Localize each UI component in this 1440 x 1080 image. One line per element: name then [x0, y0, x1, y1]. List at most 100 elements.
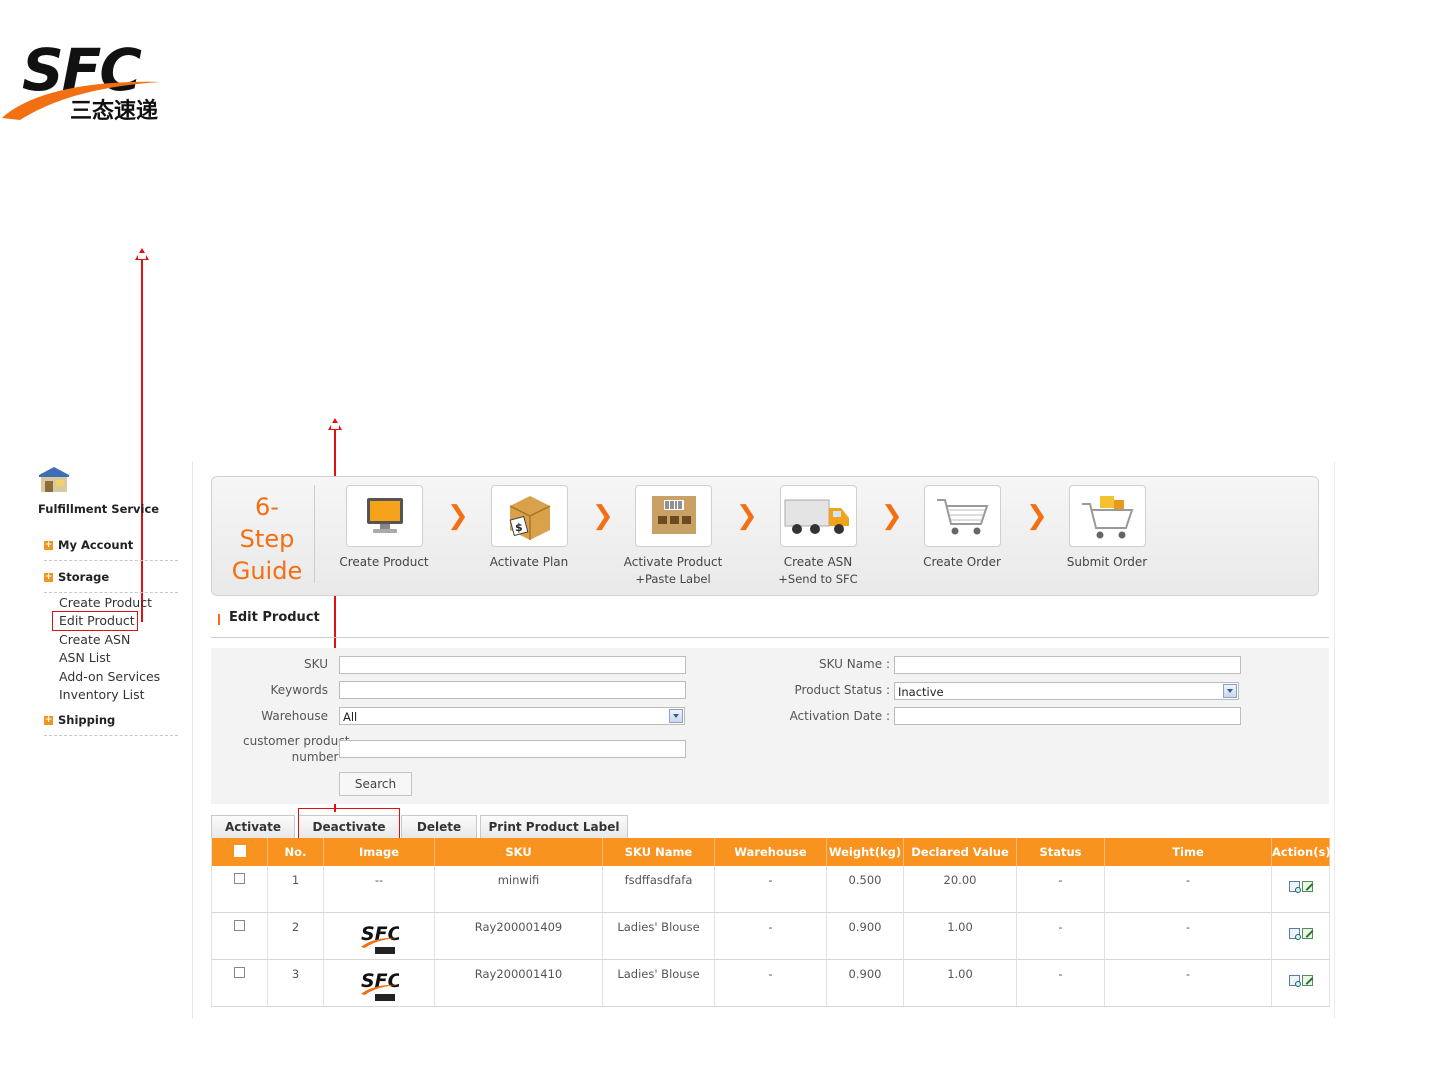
plus-icon: + [44, 571, 53, 582]
edit-icon[interactable] [1301, 881, 1313, 892]
header-time: Time [1104, 838, 1272, 866]
sidebar-item-inventory-list[interactable]: Inventory List [59, 687, 145, 702]
section-title-marker [218, 614, 220, 625]
page-title: Edit Product [229, 610, 320, 625]
sidebar-item-create-product[interactable]: Create Product [59, 595, 152, 610]
table-row: 2 SFC Ray200001409 Ladies' Blouse - 0.90… [211, 912, 1330, 960]
step-submit-order[interactable]: Submit Order [1042, 485, 1172, 571]
activation-date-label: Activation Date : [789, 709, 890, 723]
delete-button[interactable]: Delete [401, 815, 477, 838]
sidebar-item-create-asn[interactable]: Create ASN [59, 632, 130, 647]
header-image: Image [323, 838, 435, 866]
header-weight: Weight(kg) [826, 838, 904, 866]
row-checkbox[interactable] [234, 919, 245, 931]
cell-warehouse: - [714, 959, 827, 1007]
cell-no: 2 [267, 912, 324, 960]
sidebar-section-storage[interactable]: + Storage [44, 570, 109, 584]
cell-sku: Ray200001409 [434, 912, 603, 960]
svg-text:SFC: SFC [361, 923, 399, 945]
keywords-input[interactable] [339, 681, 686, 699]
sidebar-section-label: My Account [58, 538, 134, 552]
sidebar-section-shipping[interactable]: + Shipping [44, 713, 115, 727]
divider [211, 637, 1329, 638]
step-create-product[interactable]: Create Product [319, 485, 449, 571]
logo-cn-text: 三态速递 [70, 98, 158, 124]
truck-icon [784, 499, 849, 534]
box-dollar-icon: $ [509, 496, 550, 540]
plus-icon: + [44, 714, 53, 725]
sidebar-item-add-on-services[interactable]: Add-on Services [59, 669, 160, 684]
sku-input[interactable] [339, 656, 686, 674]
product-thumbnail-sfc-logo: SFC [361, 970, 399, 1001]
cell-time: - [1104, 866, 1272, 913]
cell-image: SFC [323, 959, 435, 1007]
divider [44, 735, 178, 736]
search-button[interactable]: Search [339, 772, 412, 796]
row-checkbox[interactable] [234, 966, 245, 978]
edit-icon[interactable] [1301, 974, 1313, 986]
divider [44, 592, 178, 593]
step-activate-plan[interactable]: $ Activate Plan [464, 485, 594, 571]
cell-time: - [1104, 912, 1272, 960]
guide-separator [314, 485, 315, 583]
cell-sku: minwifi [434, 866, 603, 913]
cell-warehouse: - [714, 866, 827, 913]
header-status: Status [1016, 838, 1105, 866]
cell-sku-name: fsdffasdfafa [602, 866, 715, 913]
view-icon[interactable] [1288, 881, 1301, 893]
chevron-down-icon[interactable] [1223, 684, 1237, 698]
row-checkbox[interactable] [234, 873, 245, 884]
cell-weight: 0.900 [826, 959, 904, 1007]
sidebar-divider [192, 462, 193, 1018]
monitor-icon [366, 498, 403, 533]
warehouse-select[interactable]: All [339, 707, 685, 725]
cell-actions [1271, 912, 1330, 960]
cell-status: - [1016, 866, 1105, 913]
cell-sku-name: Ladies' Blouse [602, 959, 715, 1007]
annotation-arrow-sidebar [135, 248, 149, 622]
sidebar-title: Fulfillment Service [38, 502, 160, 516]
step-create-asn[interactable]: Create ASN +Send to SFC [753, 485, 883, 587]
cart-icon [936, 499, 988, 535]
print-product-label-button[interactable]: Print Product Label [480, 815, 628, 838]
content-right-border [1334, 462, 1335, 1018]
sidebar-section-my-account[interactable]: + My Account [44, 538, 133, 552]
cell-status: - [1016, 959, 1105, 1007]
step-activate-product[interactable]: Activate Product +Paste Label [608, 485, 738, 587]
keywords-label: Keywords [270, 683, 328, 697]
sku-name-input[interactable] [894, 656, 1241, 674]
table-header-row: No. Image SKU SKU Name Warehouse Weight(… [211, 838, 1331, 866]
divider [44, 560, 178, 561]
customer-product-number-label: customer product number [243, 734, 350, 764]
product-thumbnail-sfc-logo: SFC [361, 923, 399, 954]
select-all-checkbox-cell[interactable] [211, 838, 268, 866]
select-all-checkbox[interactable] [233, 844, 246, 857]
header-sku: SKU [434, 838, 603, 866]
sidebar-section-label: Storage [58, 570, 110, 584]
customer-product-number-input[interactable] [339, 740, 686, 758]
sku-name-label: SKU Name : [818, 657, 890, 671]
cell-image: -- [323, 866, 435, 913]
cell-warehouse: - [714, 912, 827, 960]
chevron-down-icon[interactable] [669, 709, 683, 723]
warehouse-icon [39, 467, 69, 492]
plus-icon: + [44, 539, 53, 550]
cell-actions [1271, 866, 1330, 913]
cell-no: 3 [267, 959, 324, 1007]
svg-text:SFC: SFC [361, 970, 399, 992]
guide-title: 6-Step Guide [231, 493, 303, 585]
cart-full-icon [1081, 496, 1133, 539]
sidebar-item-asn-list[interactable]: ASN List [59, 650, 111, 665]
step-create-order[interactable]: Create Order [897, 485, 1027, 571]
view-icon[interactable] [1288, 974, 1301, 987]
product-status-select[interactable]: Inactive [894, 682, 1239, 700]
activation-date-input[interactable] [894, 707, 1241, 725]
product-status-select-value: Inactive [898, 685, 944, 699]
view-icon[interactable] [1288, 927, 1301, 940]
sidebar-section-label: Shipping [58, 713, 116, 727]
header-no: No. [267, 838, 324, 866]
table-row: 1 -- minwifi fsdffasdfafa - 0.500 20.00 … [211, 866, 1330, 913]
activate-button[interactable]: Activate [211, 815, 295, 838]
sfc-logo: SFC 三态速递 [2, 40, 160, 124]
edit-icon[interactable] [1301, 927, 1313, 939]
